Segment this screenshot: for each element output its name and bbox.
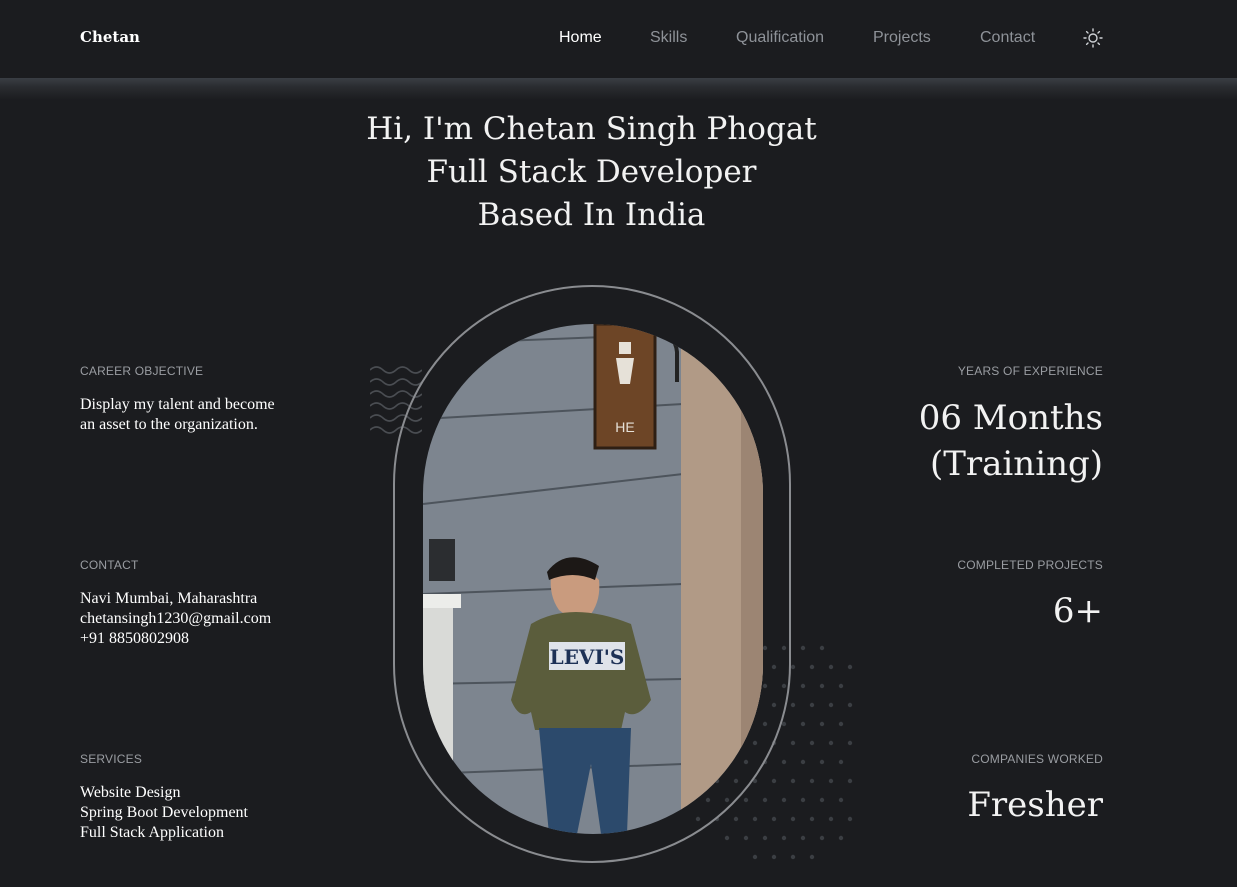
logo[interactable]: Chetan <box>80 28 140 46</box>
contact-details: Navi Mumbai, Maharashtra chetansingh1230… <box>80 589 271 649</box>
experience-label: YEARS OF EXPERIENCE <box>957 364 1103 378</box>
navbar: Chetan Home Skills Qualification Project… <box>0 0 1237 78</box>
hero-title: Hi, I'm Chetan Singh Phogat Full Stack D… <box>0 108 1183 237</box>
contact-address: Navi Mumbai, Maharashtra <box>80 590 258 607</box>
services-list: Website Design Spring Boot Development F… <box>80 783 248 843</box>
profile-photo: HE LEVI'S <box>423 324 763 834</box>
nav-link-contact[interactable]: Contact <box>980 29 1035 47</box>
career-objective-text: Display my talent and become an asset to… <box>80 396 275 433</box>
projects-label: COMPLETED PROJECTS <box>957 558 1103 572</box>
contact-phone[interactable]: +91 8850802908 <box>80 629 271 649</box>
hero-line-role: Full Stack Developer <box>426 154 757 190</box>
service-item: Spring Boot Development <box>80 804 248 821</box>
nav-link-home[interactable]: Home <box>559 29 602 47</box>
companies-value: Fresher <box>967 785 1103 825</box>
career-objective-label: CAREER OBJECTIVE <box>80 364 204 378</box>
navbar-shadow <box>0 78 1237 100</box>
companies-label: COMPANIES WORKED <box>971 752 1103 766</box>
sign-text: HE <box>615 419 634 435</box>
services-label: SERVICES <box>80 752 143 766</box>
nav-link-qualification[interactable]: Qualification <box>736 29 824 47</box>
nav-link-skills[interactable]: Skills <box>650 29 687 47</box>
hero-line-location: Based In India <box>477 197 706 233</box>
contact-email[interactable]: chetansingh1230@gmail.com <box>80 609 271 629</box>
contact-label: CONTACT <box>80 558 139 572</box>
nav-link-projects[interactable]: Projects <box>873 29 931 47</box>
shirt-text: LEVI'S <box>550 645 625 669</box>
hero-line-intro: Hi, I'm Chetan Singh Phogat <box>366 111 817 147</box>
sun-icon[interactable] <box>1083 28 1103 48</box>
service-item: Full Stack Application <box>80 824 224 841</box>
service-item: Website Design <box>80 784 181 801</box>
projects-value: 6+ <box>1052 591 1103 631</box>
experience-value: 06 Months (Training) <box>918 398 1103 484</box>
